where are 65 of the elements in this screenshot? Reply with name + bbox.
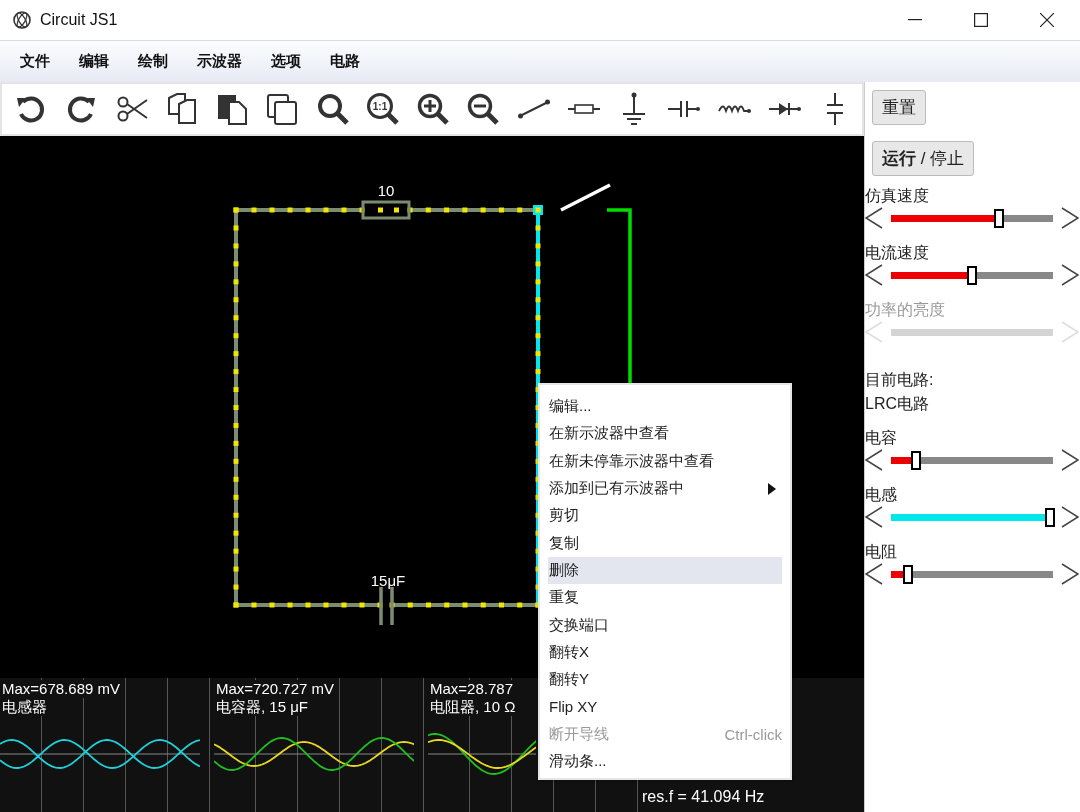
resistor	[361, 200, 411, 220]
reset-button[interactable]: 重置	[872, 90, 926, 125]
slider-label: 电容	[865, 428, 898, 448]
scope-info: res.f = 41.094 Hz	[642, 788, 765, 806]
menu-item[interactable]: 绘制	[138, 52, 168, 71]
slider-label: 仿真速度	[865, 186, 930, 206]
zoom-in-icon[interactable]	[416, 92, 450, 126]
context-menu-item[interactable]: Flip XY	[548, 693, 782, 721]
menu-item[interactable]: 编辑	[79, 52, 109, 71]
slider-thumb[interactable]	[967, 265, 977, 285]
app-icon	[12, 10, 32, 30]
chevron-right-icon[interactable]	[1061, 449, 1079, 471]
chevron-left-icon[interactable]	[865, 264, 883, 286]
menu-item[interactable]: 示波器	[197, 52, 242, 71]
slider-thumb[interactable]	[910, 450, 921, 470]
menu-item[interactable]: 选项	[271, 52, 301, 71]
capacitor-label: 15μF	[370, 572, 406, 589]
context-menu-item[interactable]: 在新未停靠示波器中查看	[548, 447, 782, 475]
run-stop-button[interactable]: 运行 / 停止	[872, 141, 975, 176]
context-menu-item[interactable]: 翻转Y	[548, 665, 782, 694]
context-menu-item[interactable]: 复制	[548, 529, 782, 557]
slider-label: 功率的亮度	[865, 300, 946, 320]
paste-icon[interactable]	[215, 92, 249, 126]
scope-name: 电容器, 15 μF	[214, 698, 308, 716]
scope-max: Max=28.787	[428, 680, 513, 698]
context-menu-item[interactable]: 添加到已有示波器中	[548, 474, 782, 503]
duplicate-icon[interactable]	[265, 92, 300, 126]
slider-label: 电流速度	[865, 243, 930, 263]
chevron-left-icon[interactable]	[865, 506, 883, 528]
close-icon[interactable]	[1040, 13, 1054, 27]
slider-thumb[interactable]	[903, 564, 914, 584]
scope-max: Max=678.689 mV	[0, 680, 120, 698]
chevron-left-icon[interactable]	[865, 449, 883, 471]
context-menu-item[interactable]: 删除	[548, 556, 782, 585]
chevron-right-icon[interactable]	[1061, 207, 1079, 229]
resistor-label: 10	[377, 182, 395, 199]
context-menu-item[interactable]: 交换端口	[548, 611, 782, 639]
chevron-right-icon[interactable]	[1061, 563, 1079, 585]
maximize-icon[interactable]	[974, 13, 988, 27]
search-icon[interactable]	[315, 92, 350, 126]
chevron-right-icon[interactable]	[1061, 264, 1079, 286]
slider-thumb[interactable]	[1045, 507, 1055, 527]
slider-label: 电感	[865, 485, 898, 505]
context-menu-item[interactable]: 编辑...	[548, 393, 782, 421]
context-menu-item[interactable]: 重复	[548, 584, 782, 612]
circuit-name: LRC电路	[865, 394, 929, 414]
chevron-left-icon[interactable]	[865, 207, 883, 229]
slider-label: 电阻	[865, 542, 898, 562]
circuit-caption: 目前电路:	[865, 370, 934, 390]
context-menu-item[interactable]: 剪切	[548, 502, 782, 530]
zoom-out-icon[interactable]	[466, 92, 501, 126]
chevron-left-icon[interactable]	[865, 563, 883, 585]
scope-max: Max=720.727 mV	[214, 680, 334, 698]
slider-thumb[interactable]	[993, 208, 1004, 228]
context-menu-item[interactable]: 翻转X	[548, 638, 782, 666]
chevron-right-icon[interactable]	[1061, 506, 1079, 528]
scope-name: 电感器	[0, 698, 47, 716]
scope-name: 电阻器, 10 Ω	[428, 698, 516, 716]
menu-item[interactable]: 文件	[20, 52, 50, 71]
minimize-icon[interactable]	[908, 19, 922, 21]
context-menu-item[interactable]: 在新示波器中查看	[548, 420, 782, 448]
window-title: Circuit JS1	[40, 11, 118, 29]
context-menu-item[interactable]: 滑动条...	[548, 747, 782, 776]
shortcut-label: Ctrl-click	[724, 725, 782, 743]
menu-item[interactable]: 电路	[330, 52, 360, 71]
